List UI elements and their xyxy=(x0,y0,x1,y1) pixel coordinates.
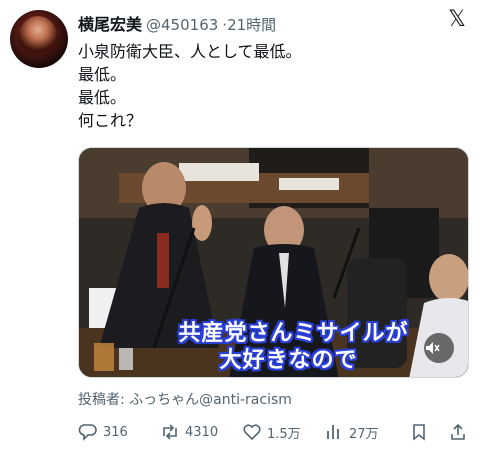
repost-count: 4310 xyxy=(185,424,219,440)
bookmark-button[interactable] xyxy=(409,420,429,444)
mute-icon[interactable] xyxy=(424,333,454,363)
tweet-text: 小泉防衛大臣、人として最低。 最低。 最低。 何これ？ xyxy=(78,40,468,132)
reply-icon xyxy=(78,424,97,441)
like-count: 1.5万 xyxy=(267,426,301,442)
post-time[interactable]: 21時間 xyxy=(227,16,276,34)
views-icon xyxy=(327,425,339,439)
bookmark-icon xyxy=(413,424,425,441)
view-count: 27万 xyxy=(349,426,379,442)
x-logo-icon: 𝕏 xyxy=(448,7,466,32)
video-caption-line2: 大好きなので xyxy=(219,348,358,373)
avatar[interactable] xyxy=(10,10,68,68)
contributor-note[interactable]: 投稿者: ふっちゃん@anti-racism xyxy=(78,389,292,409)
author-name[interactable]: 横尾宏美 xyxy=(78,15,142,34)
action-bar: 316 4310 1.5万 27万 xyxy=(78,420,470,444)
tweet-header: 横尾宏美 @450163·21時間 xyxy=(78,11,430,35)
like-button[interactable]: 1.5万 xyxy=(242,420,301,444)
reply-button[interactable]: 316 xyxy=(78,420,128,444)
tweet-line: 最低。 xyxy=(78,88,127,107)
like-icon xyxy=(243,424,261,441)
share-icon xyxy=(451,423,465,440)
tweet-line: 何これ？ xyxy=(78,111,143,130)
video-player[interactable]: 共産党さんミサイルが 大好きなので xyxy=(78,147,469,378)
repost-button[interactable]: 4310 xyxy=(160,420,218,444)
share-button[interactable] xyxy=(448,420,468,444)
reply-count: 316 xyxy=(103,424,128,440)
tweet-line: 最低。 xyxy=(78,65,127,84)
tweet-line: 小泉防衛大臣、人として最低。 xyxy=(78,42,302,61)
author-handle[interactable]: @450163 xyxy=(146,16,218,34)
views-button[interactable]: 27万 xyxy=(324,420,379,444)
repost-icon xyxy=(163,424,177,440)
